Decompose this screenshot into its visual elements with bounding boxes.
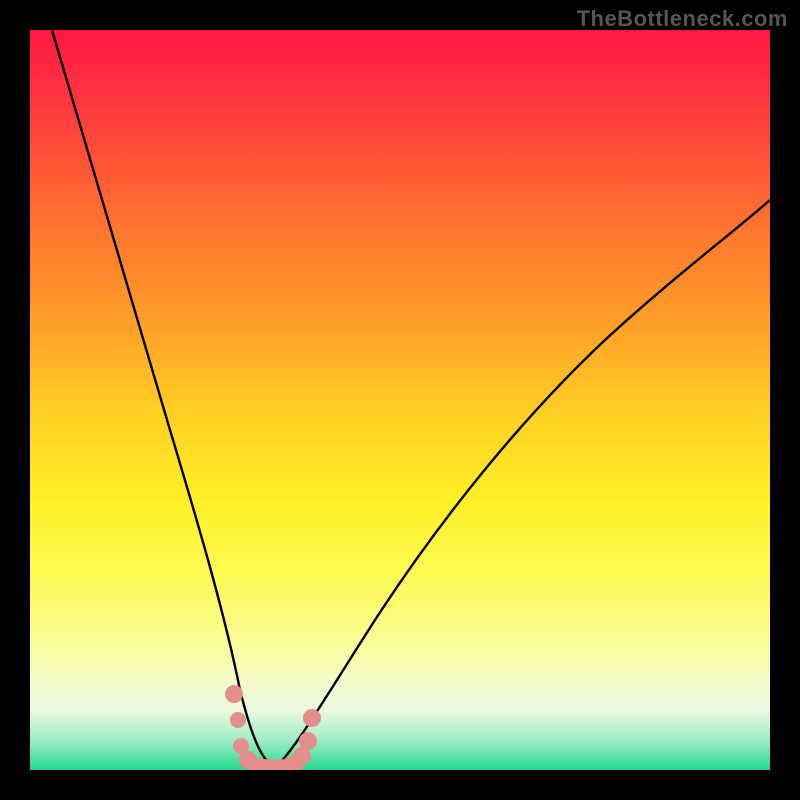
chart-frame: TheBottleneck.com	[0, 0, 800, 800]
plot-area	[30, 30, 770, 770]
watermark-text: TheBottleneck.com	[577, 6, 788, 32]
right-curve	[275, 200, 770, 768]
left-curve	[52, 30, 275, 768]
curves-svg	[30, 30, 770, 770]
